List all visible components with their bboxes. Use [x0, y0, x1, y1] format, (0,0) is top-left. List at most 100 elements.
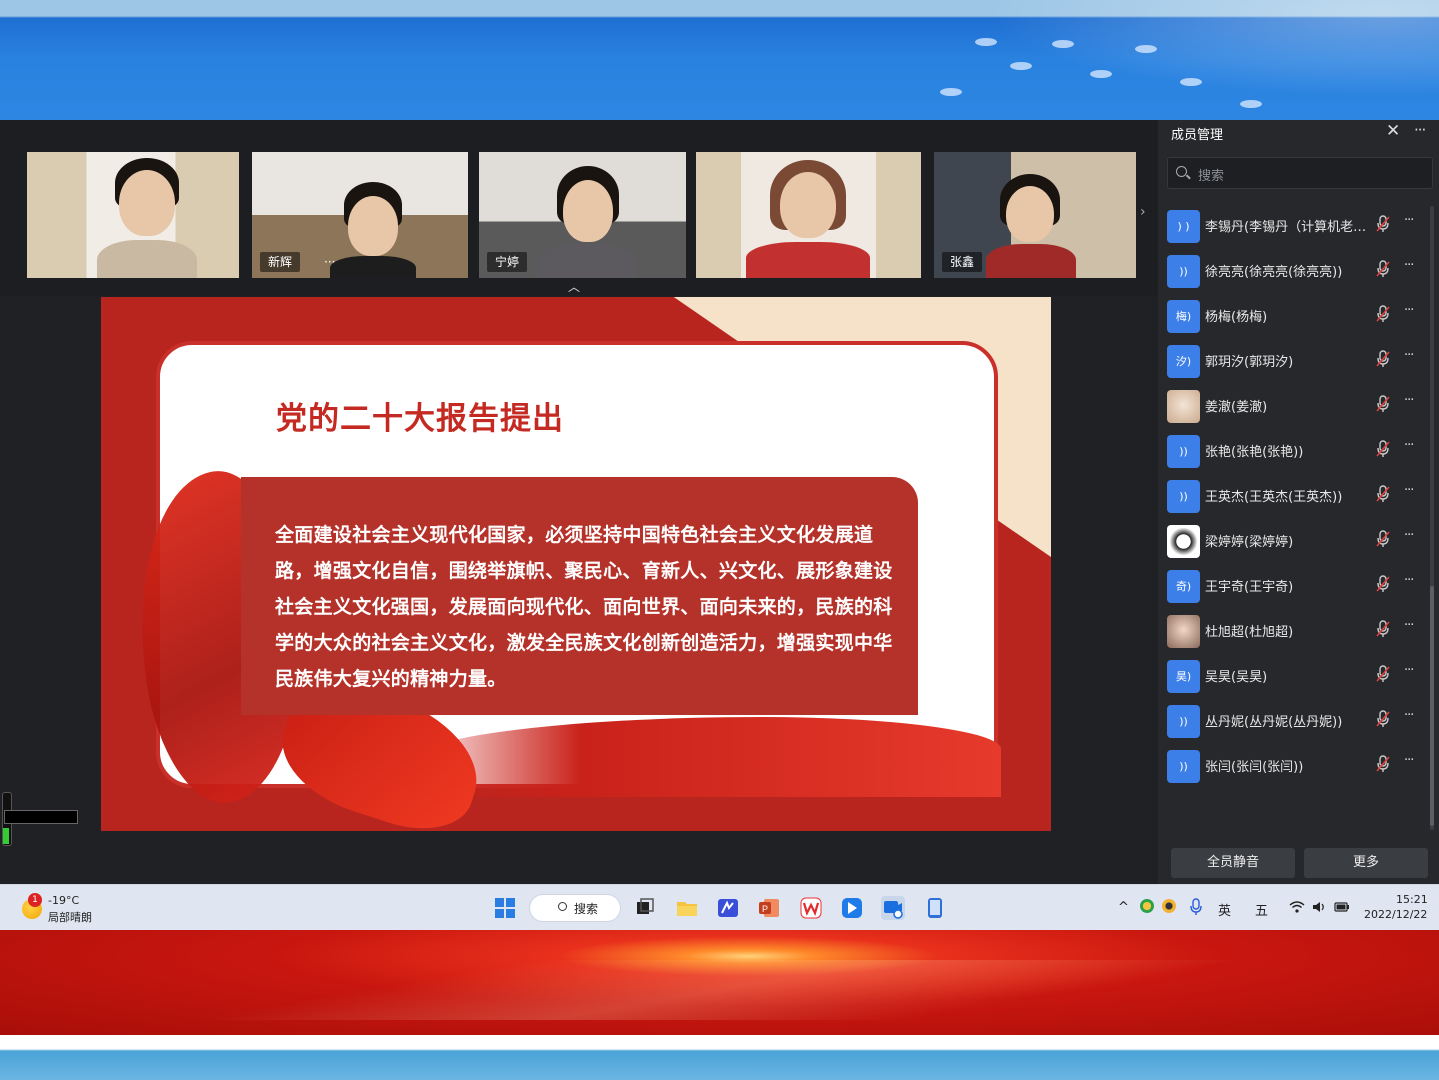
panel-more-icon[interactable]: ··· [1414, 121, 1426, 139]
member-more-button[interactable]: ··· [1404, 303, 1414, 318]
meeting-app-icon[interactable] [881, 896, 905, 920]
audio-slider-track[interactable] [4, 810, 78, 824]
file-explorer-icon[interactable] [675, 896, 699, 920]
mic-muted-icon[interactable] [1376, 440, 1390, 458]
member-list-scrollbar[interactable] [1430, 206, 1434, 830]
member-more-button[interactable]: ··· [1404, 483, 1414, 498]
participant-name-label: 宁婷 [487, 252, 528, 272]
member-row[interactable]: 汐) 郭玥汐(郭玥汐) ··· [1158, 338, 1430, 383]
video-tile[interactable]: 新辉 ··· [252, 152, 468, 278]
participant-body [986, 244, 1076, 278]
video-tile[interactable] [696, 152, 921, 278]
member-row[interactable]: )) 张闫(张闫(张闫)) ··· [1158, 743, 1430, 788]
volume-icon[interactable] [1312, 901, 1326, 913]
mic-muted-icon[interactable] [1376, 485, 1390, 503]
banner-dot [975, 38, 997, 46]
participant-body [97, 240, 197, 278]
member-more-button[interactable]: ··· [1404, 213, 1414, 228]
tray-overflow-icon[interactable]: ^ [1118, 900, 1129, 915]
member-more-button[interactable]: ··· [1404, 573, 1414, 588]
video-tile[interactable]: 张鑫 [934, 152, 1136, 278]
member-more-button[interactable]: ··· [1404, 708, 1414, 723]
member-row[interactable]: 杜旭超(杜旭超) ··· [1158, 608, 1430, 653]
start-icon[interactable] [493, 896, 517, 920]
member-more-button[interactable]: ··· [1404, 663, 1414, 678]
wps-office-icon[interactable] [799, 896, 823, 920]
more-button[interactable]: 更多 [1304, 848, 1428, 878]
battery-icon[interactable] [1334, 901, 1350, 913]
tablet-app-icon[interactable] [923, 896, 947, 920]
mic-muted-icon[interactable] [1376, 710, 1390, 728]
member-more-button[interactable]: ··· [1404, 348, 1414, 363]
member-row[interactable]: )) 王英杰(王英杰(王英杰)) ··· [1158, 473, 1430, 518]
member-row[interactable]: 梁婷婷(梁婷婷) ··· [1158, 518, 1430, 563]
clock-time[interactable]: 15:21 [1396, 893, 1428, 906]
member-name: 徐亮亮(徐亮亮(徐亮亮)) [1205, 265, 1343, 280]
task-view-icon[interactable] [633, 896, 657, 920]
qq-tray-icon[interactable] [1162, 899, 1176, 913]
participant-body [539, 244, 635, 278]
participant-face [780, 172, 836, 238]
member-avatar: )) [1167, 705, 1200, 738]
mic-muted-icon[interactable] [1376, 305, 1390, 323]
feishu-app-icon[interactable] [840, 896, 864, 920]
microphone-icon[interactable] [1190, 898, 1202, 916]
member-row[interactable]: 姜澈(姜澈) ··· [1158, 383, 1430, 428]
member-more-button[interactable]: ··· [1404, 753, 1414, 768]
taskbar-search-label: 搜索 [574, 902, 599, 916]
member-row[interactable]: 梅) 杨梅(杨梅) ··· [1158, 293, 1430, 338]
audio-level-widget[interactable] [0, 792, 100, 852]
banner-dot [1052, 40, 1074, 48]
whiteboard-app-icon[interactable] [716, 896, 740, 920]
mic-muted-icon[interactable] [1376, 575, 1390, 593]
banner-dot [1240, 100, 1262, 108]
search-icon [1176, 166, 1187, 177]
strip-collapse-icon[interactable]: ︿ [568, 278, 580, 295]
member-avatar: 昊) [1167, 660, 1200, 693]
ime-language-indicator[interactable]: 英 [1218, 900, 1231, 919]
clock-date[interactable]: 2022/12/22 [1364, 908, 1427, 921]
ime-mode-indicator[interactable]: 五 [1255, 900, 1268, 919]
banner-dot [1090, 70, 1112, 78]
weather-widget[interactable]: 1 -19°C 局部晴朗 [18, 893, 108, 924]
audio-level-fill [3, 828, 9, 844]
member-row[interactable]: )) 张艳(张艳(张艳)) ··· [1158, 428, 1430, 473]
mic-muted-icon[interactable] [1376, 260, 1390, 278]
member-row[interactable]: 昊) 吴昊(吴昊) ··· [1158, 653, 1430, 698]
member-more-button[interactable]: ··· [1404, 528, 1414, 543]
member-avatar: ) ) [1167, 210, 1200, 243]
member-more-button[interactable]: ··· [1404, 438, 1414, 453]
mic-muted-icon[interactable] [1376, 215, 1390, 233]
member-avatar: 汐) [1167, 345, 1200, 378]
powerpoint-icon[interactable]: P [757, 896, 781, 920]
video-tile[interactable]: 宁婷 [479, 152, 686, 278]
member-name: 姜澈(姜澈) [1205, 400, 1268, 415]
member-row[interactable]: )) 徐亮亮(徐亮亮(徐亮亮)) ··· [1158, 248, 1430, 293]
participant-body [746, 242, 870, 278]
member-row[interactable]: )) 丛丹妮(丛丹妮(丛丹妮)) ··· [1158, 698, 1430, 743]
mic-muted-icon[interactable] [1376, 350, 1390, 368]
member-more-button[interactable]: ··· [1404, 258, 1414, 273]
member-more-button[interactable]: ··· [1404, 393, 1414, 408]
mic-muted-icon[interactable] [1376, 530, 1390, 548]
meeting-window: 新辉 ··· 宁婷 张鑫 › ︿ 党的二十大报告提出 全面建设社会主义现代化国家… [0, 120, 1439, 884]
tile-more-button[interactable]: ··· [324, 252, 335, 272]
mic-muted-icon[interactable] [1376, 755, 1390, 773]
strip-next-icon[interactable]: › [1140, 204, 1146, 220]
video-tile[interactable] [27, 152, 239, 278]
scrollbar-thumb[interactable] [1430, 586, 1434, 826]
mute-all-button[interactable]: 全员静音 [1171, 848, 1295, 878]
mic-muted-icon[interactable] [1376, 620, 1390, 638]
tray-app-icon[interactable] [1140, 899, 1154, 913]
mic-muted-icon[interactable] [1376, 665, 1390, 683]
member-management-panel: 成员管理 ✕ ··· 搜索 ) ) 李锡丹(李锡丹（计算机老师... ··· )… [1158, 120, 1439, 884]
member-search-input[interactable]: 搜索 [1167, 157, 1433, 189]
member-more-button[interactable]: ··· [1404, 618, 1414, 633]
weather-badge: 1 [28, 893, 42, 907]
member-row[interactable]: ) ) 李锡丹(李锡丹（计算机老师... ··· [1158, 203, 1430, 248]
wifi-icon[interactable] [1289, 901, 1305, 913]
close-icon[interactable]: ✕ [1386, 121, 1400, 141]
mic-muted-icon[interactable] [1376, 395, 1390, 413]
taskbar-search[interactable]: 搜索 [530, 895, 620, 921]
member-row[interactable]: 奇) 王宇奇(王宇奇) ··· [1158, 563, 1430, 608]
